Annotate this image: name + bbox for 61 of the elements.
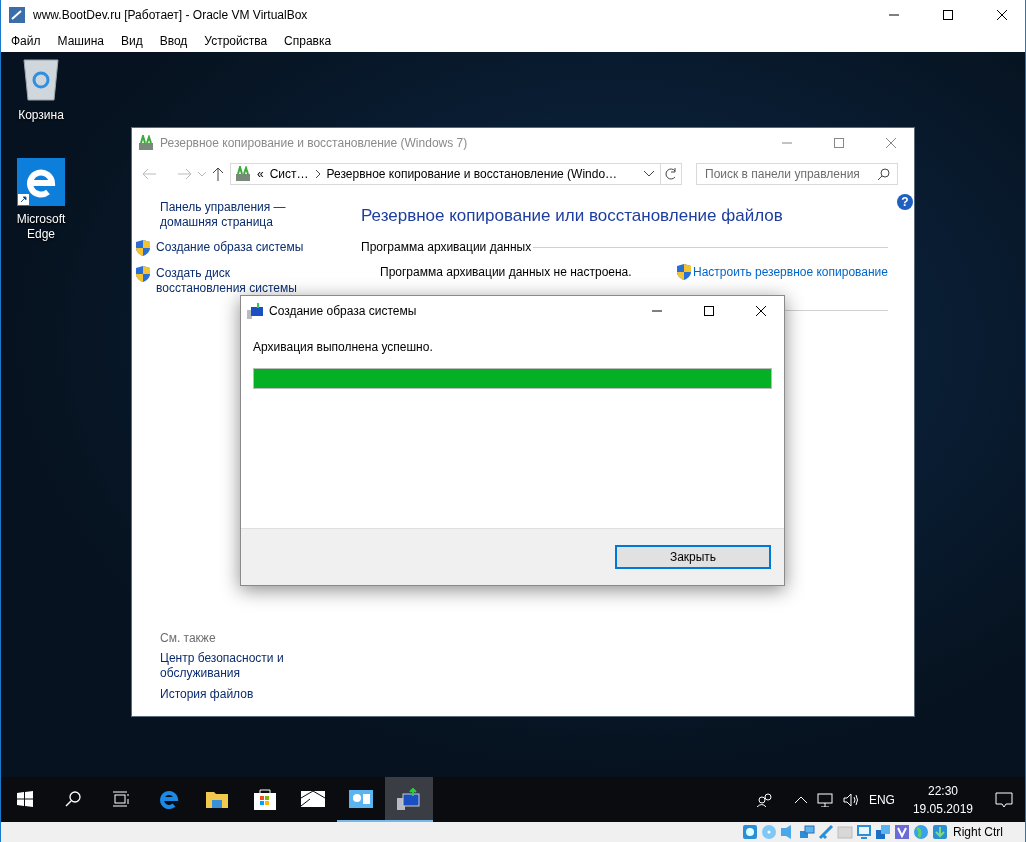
- section-heading: Программа архивации данных: [361, 240, 532, 254]
- menu-item[interactable]: Справка: [284, 34, 332, 48]
- desktop-icon-label[interactable]: Microsoft Edge: [7, 212, 75, 242]
- setup-backup-link[interactable]: Настроить резервное копирование: [677, 264, 888, 280]
- search-icon: [878, 168, 890, 180]
- shield-icon: [677, 264, 691, 280]
- menu-item[interactable]: Ввод: [159, 34, 188, 48]
- sidebar-link[interactable]: Создание образа системы: [136, 240, 332, 256]
- search-field[interactable]: Поиск в панели управления: [696, 163, 898, 185]
- breadcrumb-item[interactable]: Сист…: [269, 167, 309, 181]
- shield-icon: [136, 266, 150, 282]
- page-heading: Резервное копирование или восстановление файлов: [361, 206, 784, 226]
- close-dialog-button[interactable]: Закрыть: [615, 545, 771, 569]
- backup-status-text: Программа архивации данных не настроена.: [380, 265, 632, 279]
- clock[interactable]: 22:30 19.05.2019: [904, 781, 981, 818]
- menu-item[interactable]: Машина: [57, 34, 104, 48]
- maximize-icon[interactable]: [704, 306, 714, 316]
- chevron-down-icon[interactable]: [644, 171, 654, 177]
- virtualbox-icon: [9, 7, 25, 23]
- dialog-title: Создание образа системы: [269, 304, 418, 318]
- chevron-right-icon: [314, 170, 321, 178]
- chevron-up-icon[interactable]: [794, 795, 807, 804]
- notification-icon[interactable]: [995, 791, 1013, 808]
- close-icon[interactable]: [756, 306, 766, 316]
- taskbar-button[interactable]: [385, 777, 433, 822]
- edge-icon[interactable]: [159, 788, 179, 809]
- status-message: Архивация выполнена успешно.: [252, 339, 434, 354]
- display-icon[interactable]: [856, 824, 872, 840]
- speaker-icon[interactable]: [842, 792, 859, 807]
- sidebar-link[interactable]: Создать диск восстановления системы: [136, 266, 332, 296]
- edge-icon: [17, 158, 65, 206]
- recycle-bin-icon: [22, 58, 60, 102]
- breadcrumb-overflow[interactable]: «: [257, 167, 264, 181]
- store-bag-icon[interactable]: [254, 787, 276, 810]
- computer-backup-icon[interactable]: [397, 787, 421, 810]
- address-bar[interactable]: « Сист… Резервное копирование и восстановление (Windo…: [230, 163, 682, 185]
- envelope-icon[interactable]: [301, 790, 325, 807]
- host-key-label: Right Ctrl: [953, 825, 1003, 839]
- see-also-link[interactable]: История файлов: [136, 687, 300, 702]
- menu-item[interactable]: Файл: [11, 34, 41, 48]
- language-indicator[interactable]: ENG: [868, 792, 895, 807]
- window-title: Резервное копирование и восстановление (Windows 7): [160, 136, 469, 150]
- close-icon[interactable]: [997, 10, 1007, 20]
- desktop-icon-label[interactable]: Корзина: [18, 108, 64, 123]
- menu-item[interactable]: Вид: [120, 34, 143, 48]
- see-also-link[interactable]: Центр безопасности и обслуживания: [136, 651, 300, 681]
- sidebar-link[interactable]: Панель управления — домашняя страница: [136, 200, 332, 230]
- task-view-icon[interactable]: [112, 790, 130, 807]
- search-icon[interactable]: [65, 790, 81, 807]
- window-title: www.BootDev.ru [Работает] - Oracle VM VirtualBox: [33, 8, 309, 22]
- windows-start-icon[interactable]: [17, 790, 33, 807]
- people-icon[interactable]: [756, 792, 773, 807]
- shield-icon: [136, 240, 150, 256]
- computer-backup-icon: [247, 303, 263, 319]
- maximize-icon[interactable]: [943, 10, 953, 20]
- menu-item[interactable]: Устройства: [204, 34, 268, 48]
- breadcrumb-item[interactable]: Резервное копирование и восстановление (Windo…: [326, 167, 638, 181]
- see-also-heading: См. также: [159, 631, 217, 645]
- help-button[interactable]: ?: [897, 194, 913, 210]
- up-arrow-icon[interactable]: [212, 167, 224, 181]
- folder-icon[interactable]: [206, 789, 228, 808]
